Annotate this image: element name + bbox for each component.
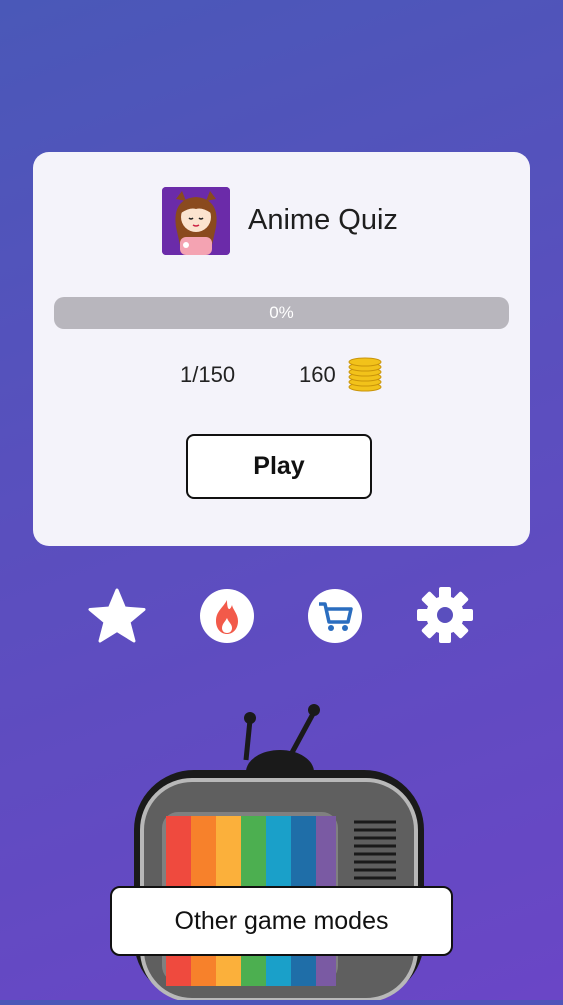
quiz-title: Anime Quiz bbox=[248, 204, 398, 236]
star-icon[interactable] bbox=[88, 588, 146, 644]
progress-bar: 0% bbox=[54, 297, 509, 329]
other-game-modes-button[interactable]: Other game modes bbox=[110, 886, 453, 956]
progress-text: 0% bbox=[269, 303, 294, 322]
level-count: 1/150 bbox=[180, 362, 236, 387]
coins-count: 160 bbox=[299, 362, 336, 387]
quiz-card: Anime Quiz 0% 1/150 160 Play bbox=[33, 152, 530, 546]
coins-icon bbox=[346, 357, 384, 393]
play-button[interactable]: Play bbox=[186, 434, 372, 499]
cart-icon[interactable] bbox=[307, 588, 363, 644]
anime-avatar-image bbox=[162, 187, 230, 255]
fire-icon[interactable] bbox=[199, 588, 255, 644]
gear-icon[interactable] bbox=[416, 586, 474, 644]
